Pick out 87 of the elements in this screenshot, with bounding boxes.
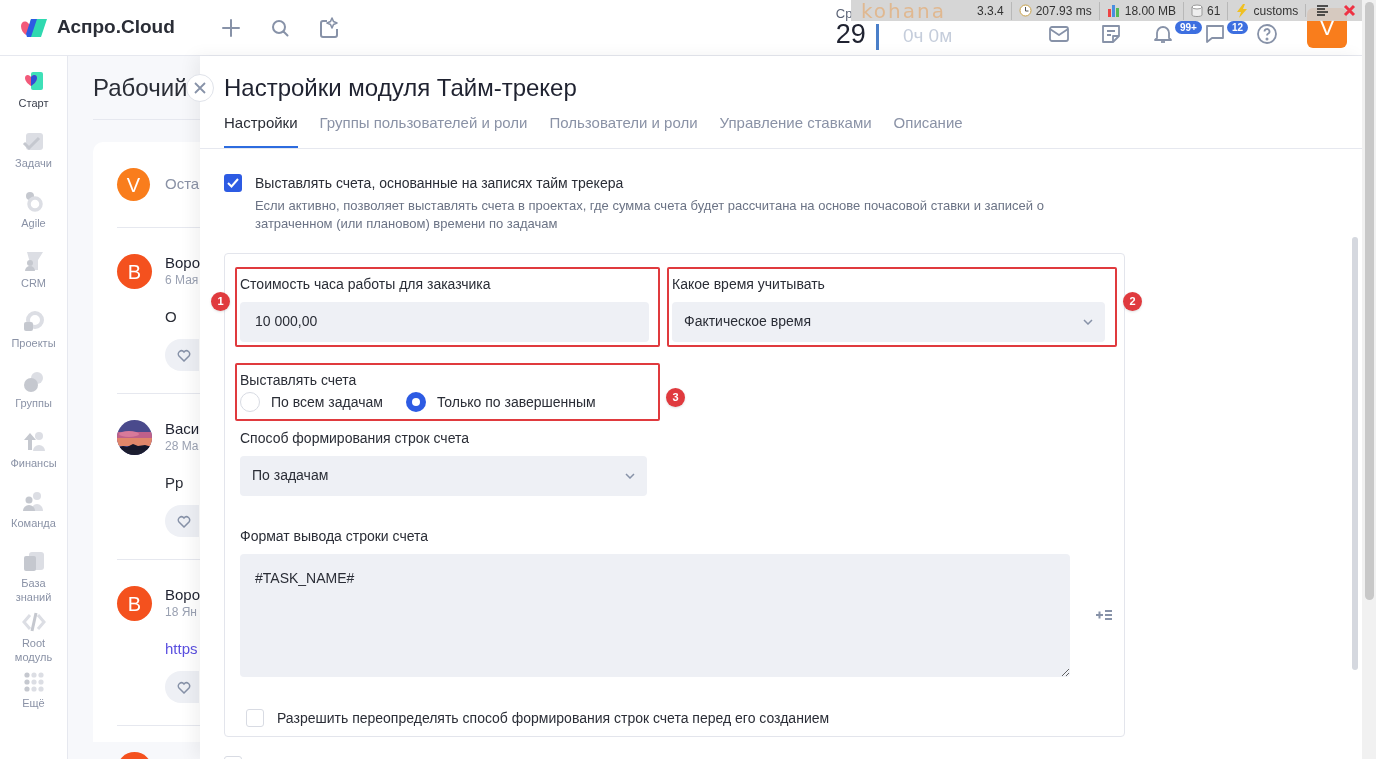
- post-text: Рр: [165, 474, 184, 491]
- chevron-down-icon: [625, 472, 635, 479]
- post-date: 6 Мая: [165, 272, 200, 288]
- rate-field[interactable]: 10 000,00: [240, 301, 649, 342]
- scrollbar[interactable]: [1364, 2, 1374, 600]
- user-avatar: В: [117, 586, 152, 621]
- post-date: 28 Ма: [165, 438, 200, 454]
- author-name[interactable]: Воро: [165, 586, 201, 604]
- sidebar-item[interactable]: Старт: [0, 66, 68, 126]
- annotation-badge: 1: [211, 291, 230, 311]
- debug-value: 3.3.4: [976, 2, 1004, 20]
- field-label: Какое время учитывать: [672, 274, 826, 293]
- help-icon[interactable]: [1255, 21, 1279, 46]
- ring-icon: [21, 310, 46, 334]
- annotation-badge: 3: [666, 387, 685, 407]
- heart-icon: [177, 680, 191, 694]
- format-field[interactable]: #TASK_NAME#: [240, 553, 1070, 677]
- sidebar-item[interactable]: Финансы: [0, 426, 68, 486]
- debug-value: customs: [1253, 2, 1299, 20]
- timer-bar: [875, 23, 879, 50]
- database-icon: [1191, 3, 1204, 18]
- user-avatar: В: [117, 254, 152, 289]
- sidebar-item[interactable]: Проекты: [0, 306, 68, 366]
- author-name[interactable]: Воро: [165, 254, 201, 272]
- circles-icon: [21, 370, 46, 394]
- cards-icon: [21, 550, 46, 574]
- sidebar-item[interactable]: CRM: [0, 246, 68, 306]
- field-label: Выставлять счета: [240, 370, 358, 389]
- sidebar-item[interactable]: Root модуль: [0, 606, 68, 666]
- add-list-icon[interactable]: [1095, 609, 1112, 621]
- kohana-logo: kohana: [861, 0, 946, 21]
- sidebar-item[interactable]: Agile: [0, 186, 68, 246]
- close-icon: [194, 82, 206, 94]
- debug-value: 18.00 MB: [1124, 2, 1177, 20]
- code-icon: [21, 610, 46, 634]
- sidebar-item[interactable]: Команда: [0, 486, 68, 546]
- radio-label: Только по завершенным: [436, 392, 596, 412]
- radio-button[interactable]: [240, 392, 260, 412]
- tab[interactable]: Настройки: [224, 112, 298, 148]
- field-label: Способ формирования строк счета: [240, 428, 471, 447]
- weekday-text: Ср: [835, 7, 853, 20]
- checkbox[interactable]: [246, 709, 264, 727]
- field-label: Формат вывода строки счета: [240, 526, 430, 545]
- modal-title: Настройки модуля Тайм-трекер: [223, 73, 578, 103]
- logo-text: Аспро.Cloud: [57, 15, 175, 40]
- plus-icon[interactable]: [220, 17, 241, 38]
- debug-value: 61: [1207, 2, 1221, 20]
- close-icon[interactable]: [1343, 4, 1357, 17]
- heart-icon: [177, 348, 191, 362]
- bar-chart-icon: [1106, 4, 1121, 17]
- checkbox[interactable]: [224, 173, 242, 192]
- like-button[interactable]: [165, 671, 199, 703]
- scrollbar[interactable]: [1352, 237, 1358, 670]
- date-text: 29: [835, 21, 866, 48]
- logo-icon: [19, 16, 49, 39]
- sidebar-item[interactable]: Группы: [0, 366, 68, 426]
- dropdown[interactable]: Фактическое время: [672, 301, 1105, 342]
- option-description: Если активно, позволяет выставлять счета в проектах, где сумма счета будет рассчитана на основе почасовой ставки и записей о затраченном (или плановом) времени по задачам: [255, 196, 1045, 233]
- sidebar-item[interactable]: База знаний: [0, 546, 68, 606]
- sidebar-item[interactable]: Ещё: [0, 666, 68, 726]
- user-avatar: V: [117, 168, 150, 201]
- people-icon: [21, 490, 46, 514]
- dropdown[interactable]: По задачам: [240, 455, 647, 496]
- lines-icon[interactable]: [1316, 4, 1330, 17]
- option-label: Выставлять счета, основанные на записях тайм трекера: [255, 173, 625, 192]
- debug-value: 207.93 ms: [1035, 2, 1092, 20]
- checkbox-label: Разрешить переопределять способ формирования строк счета перед его созданием: [277, 708, 830, 728]
- arrow-person-icon: [21, 430, 46, 454]
- post-text: О: [165, 308, 177, 325]
- like-button[interactable]: [165, 505, 199, 537]
- dots-grid-icon: [21, 670, 46, 694]
- composer-placeholder[interactable]: Оста: [165, 173, 200, 196]
- heart-icon: [177, 514, 191, 528]
- author-name[interactable]: Васи: [165, 420, 200, 438]
- sidebar-item[interactable]: Задачи: [0, 126, 68, 186]
- clock-icon: [1018, 4, 1032, 17]
- radio-label: По всем задачам: [271, 392, 383, 412]
- lightning-icon: [1235, 3, 1250, 18]
- post-date: 18 Ян: [165, 604, 198, 620]
- chevron-down-icon: [1083, 318, 1093, 325]
- radio-button[interactable]: [405, 392, 426, 412]
- annotation-badge: 2: [1123, 291, 1142, 311]
- field-label: Стоимость часа работы для заказчика: [240, 274, 492, 293]
- search-icon[interactable]: [269, 17, 290, 38]
- like-button[interactable]: [165, 339, 199, 371]
- check-icon: [227, 177, 239, 188]
- post-link[interactable]: https: [165, 640, 198, 657]
